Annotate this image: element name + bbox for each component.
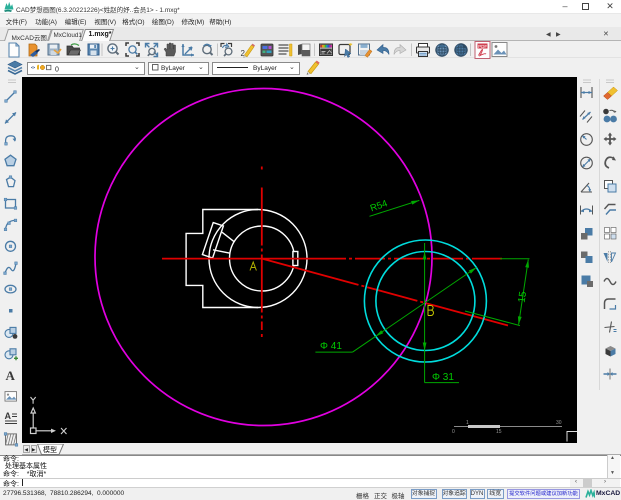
svg-text:A: A [5, 411, 12, 421]
svg-text:A: A [6, 368, 16, 383]
svg-text:Φ 31: Φ 31 [432, 372, 454, 383]
svg-text:Φ 41: Φ 41 [320, 341, 342, 352]
svg-text:1: 1 [466, 420, 469, 426]
svg-text:0: 0 [55, 67, 59, 74]
svg-text:PDF: PDF [478, 44, 487, 49]
svg-text:0: 0 [452, 429, 455, 435]
svg-text:30: 30 [556, 420, 562, 426]
svg-text:15: 15 [517, 290, 530, 303]
svg-text:15: 15 [496, 429, 502, 435]
